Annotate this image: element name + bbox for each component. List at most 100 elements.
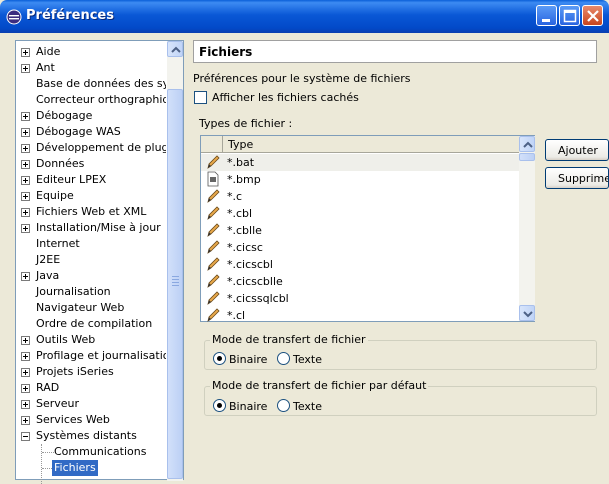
expand-icon[interactable] (21, 208, 30, 217)
tree-item[interactable]: Outils Web (16, 332, 166, 348)
pencil-icon (205, 188, 221, 204)
transfer-mode-binary-label: Binaire (229, 353, 268, 366)
expand-icon[interactable] (21, 272, 30, 281)
preferences-tree[interactable]: Aide Ant Base de données des symp Correcteu… (15, 40, 184, 484)
table-scrollbar[interactable] (519, 136, 535, 321)
tree-item[interactable]: J2EE (16, 252, 166, 268)
table-row[interactable]: *.cicscbl (201, 256, 519, 273)
table-row[interactable]: *.c (201, 188, 519, 205)
scroll-thumb[interactable] (167, 89, 183, 479)
scroll-up-button[interactable] (519, 136, 535, 152)
default-transfer-mode-binary-radio[interactable] (213, 399, 226, 412)
remove-button[interactable]: Supprimer (545, 167, 609, 189)
tree-item-label: Ordre de compilation (36, 317, 153, 330)
expand-icon[interactable] (21, 176, 30, 185)
tree-item[interactable]: Journalisation (16, 284, 166, 300)
tree-item[interactable]: Installation/Mise à jour (16, 220, 166, 236)
table-row[interactable]: *.cbl (201, 205, 519, 222)
minimize-button[interactable] (536, 5, 557, 26)
remove-button-label: Supprimer (558, 172, 608, 185)
tree-item-label: Débogage WAS (36, 125, 121, 138)
tree-scrollbar[interactable] (167, 41, 183, 481)
tree-item[interactable]: Equipe (16, 188, 166, 204)
file-types-table[interactable]: Type *.bat *.bmp *.c *.cbl *.cblle *.cicsc *.c… (200, 135, 535, 322)
tree-item[interactable]: Débogage WAS (16, 124, 166, 140)
expand-icon[interactable] (21, 128, 30, 137)
tree-item-label: Communications (54, 445, 147, 458)
tree-item[interactable]: Serveur (16, 396, 166, 412)
expand-icon[interactable] (21, 416, 30, 425)
file-type-name: *.cicscbl (227, 258, 273, 271)
tree-item[interactable]: Projets iSeries (16, 364, 166, 380)
expand-icon[interactable] (21, 64, 30, 73)
pencil-icon (205, 205, 221, 221)
expand-icon[interactable] (21, 384, 30, 393)
tree-item-label: Fichiers Web et XML (36, 205, 147, 218)
expand-icon[interactable] (21, 352, 30, 361)
title-bar[interactable]: Préférences (0, 0, 609, 33)
tree-item[interactable]: Systèmes distants (16, 428, 166, 444)
table-row[interactable]: *.cicsc (201, 239, 519, 256)
tree-item-communications[interactable]: Communications (16, 444, 166, 460)
table-row[interactable]: *.cl (201, 307, 519, 324)
tree-item[interactable]: Débogage (16, 108, 166, 124)
tree-item[interactable]: Internet (16, 236, 166, 252)
preferences-window: Préférences Aide Ant Base de données des s… (0, 0, 609, 484)
expand-icon[interactable] (21, 160, 30, 169)
scroll-down-button[interactable] (519, 305, 535, 321)
transfer-mode-text-radio[interactable] (277, 352, 290, 365)
show-hidden-checkbox[interactable] (194, 91, 207, 104)
expand-icon[interactable] (21, 144, 30, 153)
table-row[interactable]: *.cicscblle (201, 273, 519, 290)
tree-item[interactable]: Développement de plug-in (16, 140, 166, 156)
tree-item[interactable]: Fichiers Web et XML (16, 204, 166, 220)
pencil-icon (205, 290, 221, 306)
table-row[interactable]: *.cblle (201, 222, 519, 239)
maximize-button[interactable] (559, 5, 580, 26)
tree-item[interactable]: Services Web (16, 412, 166, 428)
eclipse-icon (6, 9, 22, 25)
expand-icon[interactable] (21, 112, 30, 121)
tree-item[interactable]: Profilage et journalisation (16, 348, 166, 364)
expand-icon[interactable] (21, 48, 30, 57)
table-row[interactable]: *.cicssqlcbl (201, 290, 519, 307)
tree-item-label: Services Web (36, 413, 110, 426)
column-header-type[interactable]: Type (228, 138, 253, 151)
expand-icon[interactable] (21, 400, 30, 409)
tree-item[interactable]: Java (16, 268, 166, 284)
default-transfer-mode-text-label: Texte (293, 400, 323, 413)
transfer-mode-binary-radio[interactable] (213, 352, 226, 365)
default-transfer-mode-group: Mode de transfert de fichier par défaut … (204, 379, 597, 416)
file-type-name: *.bmp (227, 173, 261, 186)
table-row[interactable]: *.bat (201, 154, 519, 171)
tree-item[interactable]: Ordre de compilation (16, 316, 166, 332)
tree-item-label: J2EE (36, 253, 61, 266)
default-transfer-mode-text-radio[interactable] (277, 399, 290, 412)
close-button[interactable] (582, 5, 603, 26)
transfer-mode-group: Mode de transfert de fichier Binaire Tex… (204, 333, 597, 370)
scroll-up-button[interactable] (167, 41, 183, 57)
tree-item-fichiers[interactable]: Fichiers (16, 460, 166, 476)
expand-icon[interactable] (21, 336, 30, 345)
collapse-icon[interactable] (21, 432, 30, 441)
tree-item[interactable]: RAD (16, 380, 166, 396)
tree-item[interactable]: Aide (16, 44, 166, 60)
page-description: Préférences pour le système de fichiers (193, 72, 411, 85)
tree-item[interactable]: Navigateur Web (16, 300, 166, 316)
expand-icon[interactable] (21, 368, 30, 377)
file-type-name: *.cl (227, 309, 246, 322)
expand-icon[interactable] (21, 224, 30, 233)
chevron-down-icon (523, 311, 533, 318)
transfer-mode-text-label: Texte (293, 353, 323, 366)
tree-item-label: Equipe (36, 189, 74, 202)
pencil-icon (205, 273, 221, 289)
tree-item[interactable]: Ant (16, 60, 166, 76)
tree-item[interactable]: Editeur LPEX (16, 172, 166, 188)
tree-item[interactable]: Base de données des symp (16, 76, 166, 92)
expand-icon[interactable] (21, 192, 30, 201)
add-button[interactable]: Ajouter (545, 139, 609, 161)
scroll-thumb[interactable] (519, 153, 535, 161)
tree-item[interactable]: Correcteur orthographique (16, 92, 166, 108)
tree-item[interactable]: Données (16, 156, 166, 172)
table-row[interactable]: *.bmp (201, 171, 519, 188)
